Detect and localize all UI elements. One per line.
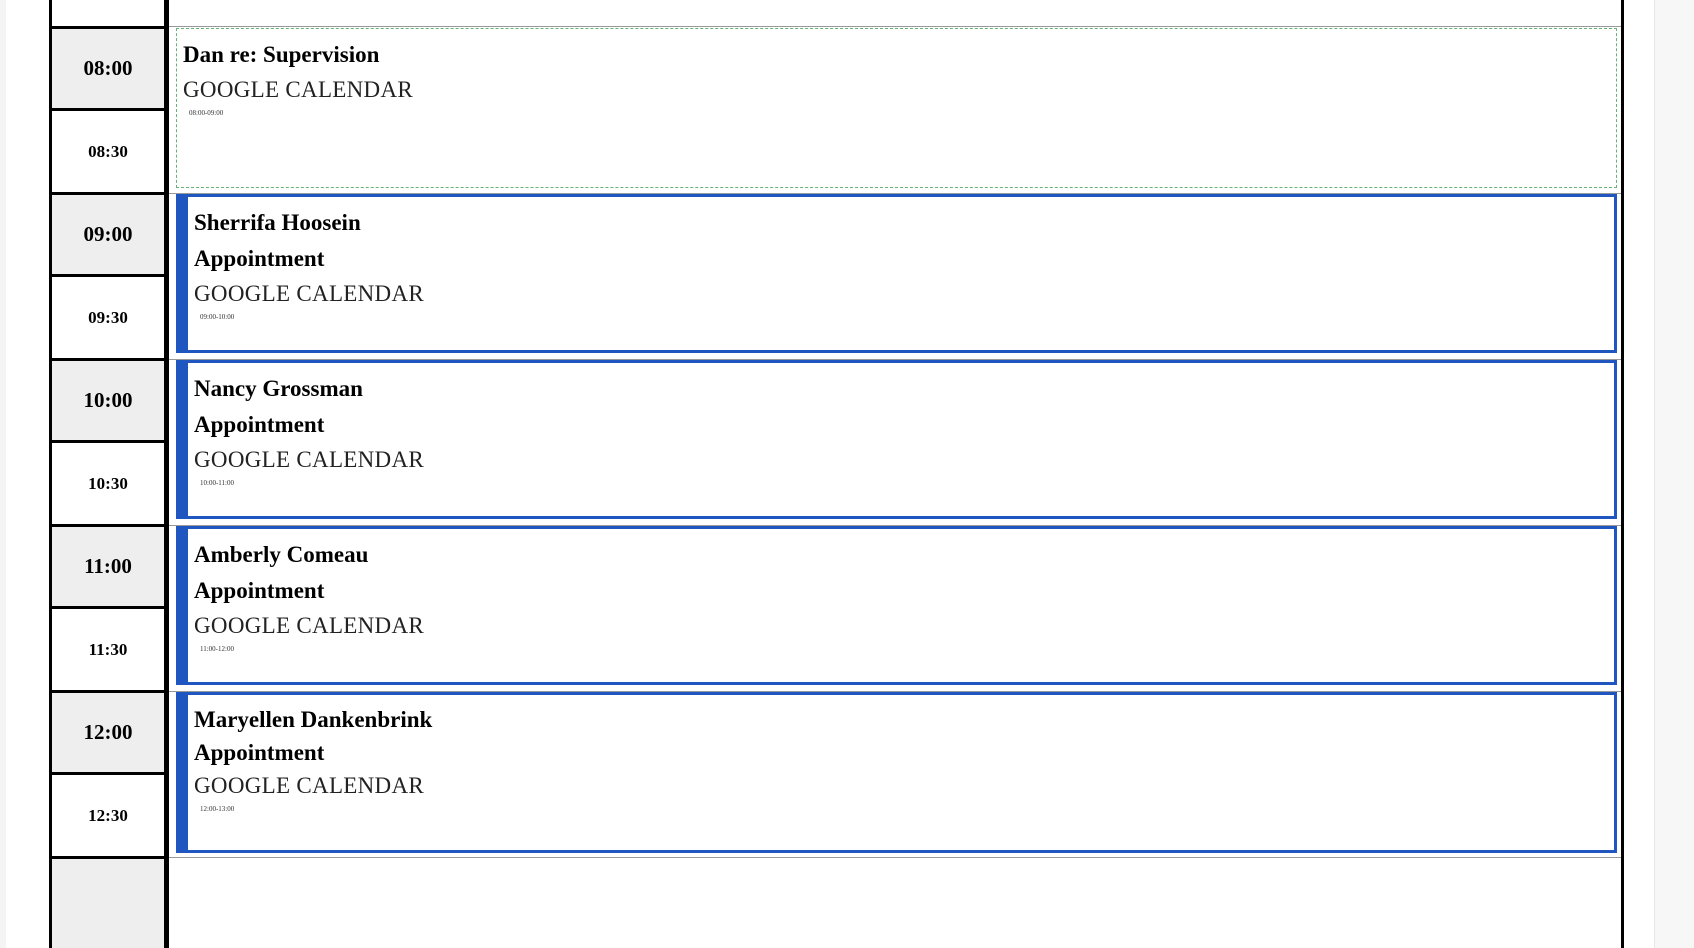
event-time: 11:00-12:00	[200, 645, 234, 653]
event-title: Nancy Grossman Appointment	[194, 376, 363, 437]
event-time: 12:00-13:00	[200, 805, 235, 813]
calendar-page: 08:00 08:30 09:00 09:30 10:00 10:30 11:0…	[6, 0, 1654, 948]
slot-divider	[169, 26, 1621, 27]
event-title: Amberly Comeau Appointment	[194, 542, 369, 603]
slot-tick	[1621, 274, 1624, 277]
time-slot-label: 08:00	[52, 29, 164, 108]
event-title: Dan re: Supervision	[183, 42, 380, 67]
slot-tick	[1621, 772, 1624, 775]
day-schedule-grid: 08:00 08:30 09:00 09:30 10:00 10:30 11:0…	[49, 0, 1624, 948]
calendar-event[interactable]: Dan re: Supervision GOOGLE CALENDAR 08:0…	[176, 28, 1617, 188]
time-slot-label: 08:30	[52, 111, 164, 193]
calendar-event[interactable]: Sherrifa Hoosein Appointment GOOGLE CALE…	[176, 194, 1617, 353]
time-slot-label: 12:00	[52, 693, 164, 772]
event-time: 10:00-11:00	[200, 479, 234, 487]
event-source: GOOGLE CALENDAR	[194, 613, 425, 638]
right-gutter	[1654, 0, 1694, 948]
time-slot-label: 10:30	[52, 443, 164, 525]
time-slot-label: 10:00	[52, 361, 164, 440]
event-time: 08:00-09:00	[189, 109, 224, 117]
calendar-event[interactable]: Amberly Comeau Appointment GOOGLE CALEND…	[176, 526, 1617, 685]
event-time: 09:00-10:00	[200, 313, 235, 321]
time-slot-label: 11:00	[52, 527, 164, 606]
time-slot-label: 11:30	[52, 609, 164, 691]
time-slot-label: 09:30	[52, 277, 164, 359]
slot-tick	[1621, 440, 1624, 443]
calendar-event[interactable]: Maryellen Dankenbrink Appointment GOOGLE…	[176, 692, 1617, 853]
calendar-event[interactable]: Nancy Grossman Appointment GOOGLE CALEND…	[176, 360, 1617, 519]
event-source: GOOGLE CALENDAR	[194, 281, 425, 306]
event-title: Sherrifa Hoosein Appointment	[194, 210, 361, 271]
time-slot-label: 09:00	[52, 195, 164, 274]
event-source: GOOGLE CALENDAR	[183, 77, 414, 102]
time-slot-next	[52, 859, 164, 948]
slot-tick	[1621, 606, 1624, 609]
event-title: Maryellen Dankenbrink Appointment	[194, 707, 433, 765]
event-source: GOOGLE CALENDAR	[194, 773, 425, 798]
time-slot-label: 12:30	[52, 775, 164, 857]
event-source: GOOGLE CALENDAR	[194, 447, 425, 472]
slot-tick	[1621, 108, 1624, 111]
grid-right-border	[1621, 0, 1624, 948]
time-column-divider	[164, 0, 169, 948]
slot-divider	[169, 857, 1621, 858]
